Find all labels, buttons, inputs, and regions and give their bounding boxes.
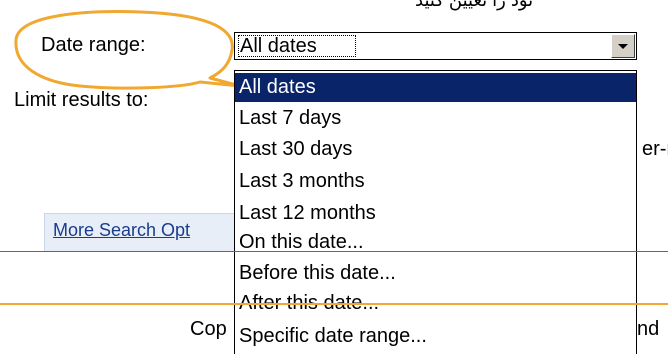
- footer-text-right: nd: [637, 318, 660, 340]
- option-last-7-days[interactable]: Last 7 days: [235, 104, 636, 133]
- option-last-3-months[interactable]: Last 3 months: [235, 167, 636, 196]
- date-range-dropdown-list: All dates Last 7 days Last 30 days Last …: [234, 70, 637, 354]
- chevron-down-icon[interactable]: [611, 34, 635, 58]
- divider-gray: [0, 251, 668, 252]
- date-range-select[interactable]: All dates: [234, 32, 637, 60]
- option-all-dates[interactable]: All dates: [235, 73, 636, 102]
- partial-right-text: er-r: [642, 138, 668, 160]
- option-on-this-date[interactable]: On this date...: [235, 228, 636, 257]
- date-range-select-value: All dates: [240, 35, 317, 57]
- option-before-this-date[interactable]: Before this date...: [235, 259, 636, 288]
- option-specific-date-range[interactable]: Specific date range...: [235, 322, 636, 351]
- limit-results-label: Limit results to:: [14, 89, 149, 111]
- option-last-30-days[interactable]: Last 30 days: [235, 135, 636, 164]
- divider-orange: [0, 303, 668, 305]
- date-range-label: Date range:: [41, 34, 146, 56]
- more-search-options-tab: More Search Opt: [44, 213, 234, 251]
- footer-text-left: Cop: [190, 318, 227, 340]
- more-search-options-link[interactable]: More Search Opt: [53, 220, 190, 241]
- option-last-12-months[interactable]: Last 12 months: [235, 199, 636, 228]
